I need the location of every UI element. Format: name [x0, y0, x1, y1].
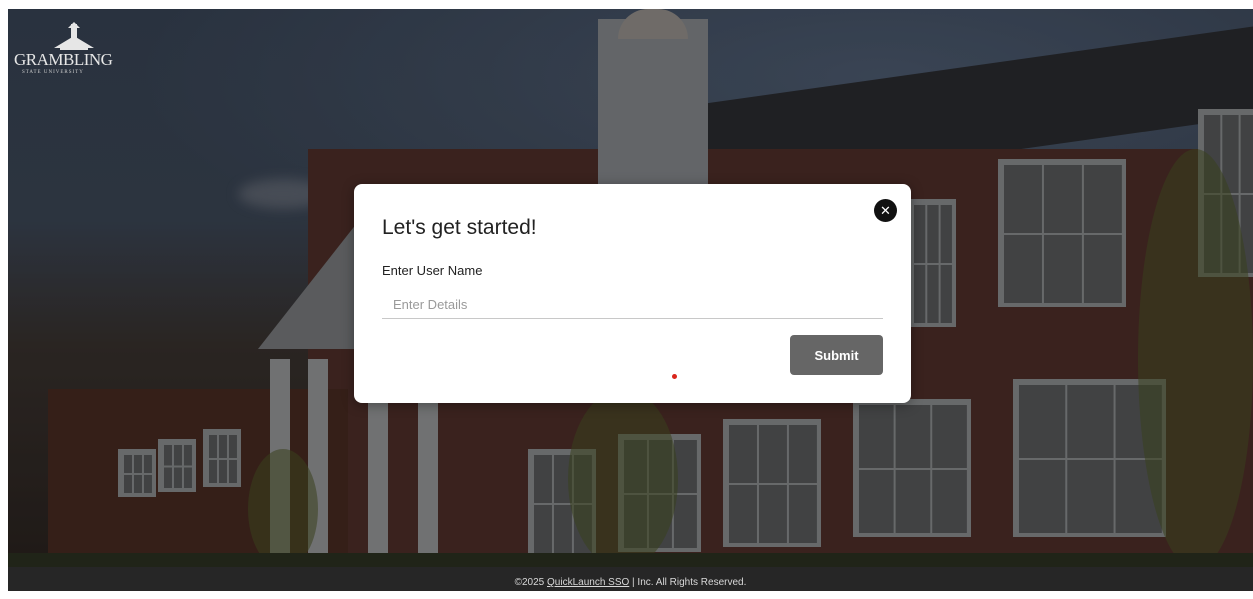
close-button[interactable]: ✕ — [874, 199, 897, 222]
dialog-title: Let's get started! — [382, 216, 537, 239]
footer-copyright: ©2025 — [514, 577, 548, 588]
university-logo: GRAMBLING STATE UNIVERSITY — [14, 22, 114, 75]
loading-indicator — [672, 374, 677, 379]
logo-subtitle: STATE UNIVERSITY — [22, 70, 84, 75]
footer: ©2025 QuickLaunch SSO | Inc. All Rights … — [8, 567, 1253, 591]
username-label: Enter User Name — [382, 263, 483, 278]
footer-rights: | Inc. All Rights Reserved. — [629, 577, 747, 588]
logo-building-icon — [54, 22, 94, 50]
close-icon: ✕ — [880, 203, 891, 218]
login-dialog: Let's get started! ✕ Enter User Name Sub… — [354, 184, 911, 403]
username-input[interactable] — [382, 291, 883, 319]
submit-button[interactable]: Submit — [790, 335, 883, 375]
logo-wordmark: GRAMBLING — [14, 50, 113, 69]
footer-link-quicklaunch[interactable]: QuickLaunch SSO — [547, 577, 629, 588]
